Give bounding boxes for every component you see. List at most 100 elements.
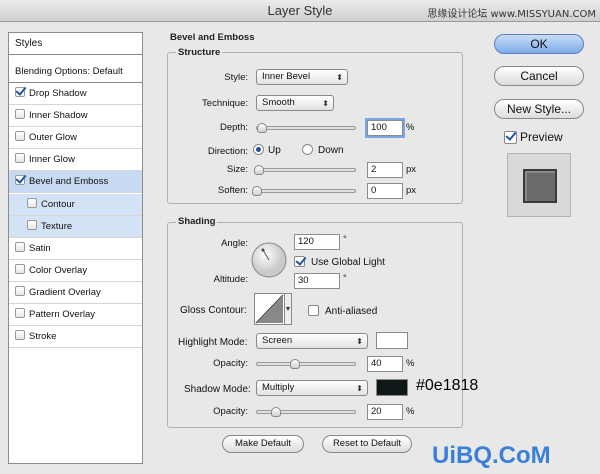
preview-checkbox[interactable] (504, 131, 517, 144)
style-item-checkbox[interactable] (15, 131, 25, 142)
depth-label: Depth: (220, 122, 248, 133)
gloss-contour-label: Gloss Contour: (180, 305, 247, 316)
style-item[interactable]: Color Overlay (9, 260, 142, 282)
altitude-label: Altitude: (213, 274, 248, 285)
size-unit: px (406, 164, 417, 175)
shading-group (167, 222, 463, 428)
chevron-updown-icon: ⬍ (356, 384, 363, 393)
style-item-checkbox[interactable] (15, 330, 25, 341)
technique-select[interactable]: Smooth ⬍ (256, 95, 334, 111)
styles-list: Styles Blending Options: Default Drop Sh… (8, 32, 143, 464)
style-item-checkbox[interactable] (15, 153, 25, 164)
gloss-contour-picker[interactable] (254, 293, 292, 325)
highlight-opacity-input[interactable]: 40 (367, 356, 403, 372)
angle-unit: ° (343, 234, 347, 245)
shadow-mode-label: Shadow Mode: (184, 384, 251, 395)
style-item-checkbox[interactable] (15, 87, 25, 97)
soften-slider-thumb[interactable] (252, 186, 262, 196)
style-item-label: Inner Glow (29, 154, 75, 166)
direction-up-radio[interactable] (253, 144, 264, 155)
direction-down-label: Down (318, 145, 344, 156)
size-slider-track[interactable] (256, 168, 356, 172)
style-item-checkbox[interactable] (27, 197, 37, 208)
highlight-mode-value: Screen (262, 335, 293, 346)
make-default-button[interactable]: Make Default (222, 435, 304, 453)
reset-default-button[interactable]: Reset to Default (322, 435, 412, 453)
style-item[interactable]: Satin (9, 238, 142, 260)
depth-slider-track[interactable] (256, 126, 356, 130)
angle-input[interactable]: 120 (294, 234, 340, 250)
style-select[interactable]: Inner Bevel ⬍ (256, 69, 348, 85)
cancel-button[interactable]: Cancel (494, 66, 584, 86)
shadow-color-swatch[interactable] (376, 379, 408, 396)
watermark-top: 思缘设计论坛 www.MISSYUAN.COM (427, 9, 596, 20)
new-style-button[interactable]: New Style... (494, 99, 584, 119)
angle-dial[interactable] (250, 241, 288, 279)
altitude-unit: ° (343, 273, 347, 284)
depth-slider-thumb[interactable] (256, 123, 267, 133)
style-item[interactable]: Contour (9, 193, 142, 216)
style-item[interactable]: Gradient Overlay (9, 282, 142, 304)
shadow-color-annotation: #0e1818 (416, 377, 479, 394)
style-item-checkbox[interactable] (15, 241, 25, 252)
angle-label: Angle: (221, 238, 248, 249)
size-input[interactable]: 2 (367, 162, 403, 178)
style-item[interactable]: Stroke (9, 326, 142, 349)
ok-button[interactable]: OK (494, 34, 584, 54)
highlight-opacity-thumb[interactable] (290, 359, 301, 369)
style-item-checkbox[interactable] (15, 109, 25, 120)
highlight-mode-label: Highlight Mode: (178, 337, 248, 348)
chevron-updown-icon: ⬍ (356, 337, 363, 346)
structure-title: Structure (176, 47, 223, 58)
style-item-label: Bevel and Emboss (29, 176, 109, 188)
bevel-title: Bevel and Emboss (170, 32, 255, 43)
style-item-checkbox[interactable] (15, 263, 25, 274)
style-item-checkbox[interactable] (15, 308, 25, 318)
style-item-label: Drop Shadow (29, 88, 87, 99)
altitude-input[interactable]: 30 (294, 273, 340, 289)
shadow-opacity-input[interactable]: 20 (367, 404, 403, 420)
chevron-updown-icon: ⬍ (336, 73, 343, 82)
size-slider-thumb[interactable] (253, 165, 264, 175)
highlight-color-swatch[interactable] (376, 332, 408, 349)
style-item-label: Color Overlay (29, 264, 88, 276)
shadow-mode-value: Multiply (262, 382, 295, 393)
soften-input[interactable]: 0 (367, 183, 403, 199)
style-item-checkbox[interactable] (27, 219, 37, 230)
shadow-opacity-label: Opacity: (213, 406, 248, 417)
style-item-label: Stroke (29, 331, 57, 343)
style-item-checkbox[interactable] (15, 175, 25, 186)
style-item-label: Outer Glow (29, 132, 78, 144)
highlight-opacity-label: Opacity: (213, 358, 248, 369)
style-item-label: Satin (29, 242, 51, 254)
style-item-checkbox[interactable] (15, 285, 25, 296)
chevron-updown-icon: ⬍ (322, 99, 329, 108)
soften-slider-track[interactable] (256, 189, 356, 193)
style-item[interactable]: Bevel and Emboss (9, 171, 142, 194)
style-item[interactable]: Inner Glow (9, 149, 142, 172)
shadow-opacity-thumb[interactable] (271, 407, 282, 417)
style-item[interactable]: Drop Shadow (9, 83, 142, 105)
preview-thumbnail (507, 153, 571, 217)
anti-aliased-label: Anti-aliased (325, 306, 378, 317)
depth-input[interactable]: 100 (365, 118, 405, 138)
anti-aliased-checkbox[interactable] (308, 305, 319, 316)
size-label: Size: (226, 164, 248, 175)
preview-label: Preview (520, 130, 563, 144)
highlight-mode-select[interactable]: Screen ⬍ (256, 333, 368, 349)
style-item[interactable]: Texture (9, 215, 142, 238)
direction-up-label: Up (268, 145, 281, 156)
styles-header[interactable]: Styles (9, 33, 142, 55)
style-item[interactable]: Pattern Overlay (9, 304, 142, 326)
preview-swatch (523, 169, 557, 203)
style-item[interactable]: Inner Shadow (9, 105, 142, 128)
direction-down-radio[interactable] (302, 144, 313, 155)
blending-options[interactable]: Blending Options: Default (9, 61, 142, 83)
global-light-checkbox[interactable] (294, 256, 305, 267)
style-item[interactable]: Outer Glow (9, 127, 142, 150)
technique-value: Smooth (262, 97, 295, 108)
highlight-opacity-track[interactable] (256, 362, 356, 366)
direction-label: Direction: (207, 146, 248, 157)
shadow-mode-select[interactable]: Multiply ⬍ (256, 380, 368, 396)
style-item-label: Inner Shadow (29, 110, 88, 122)
